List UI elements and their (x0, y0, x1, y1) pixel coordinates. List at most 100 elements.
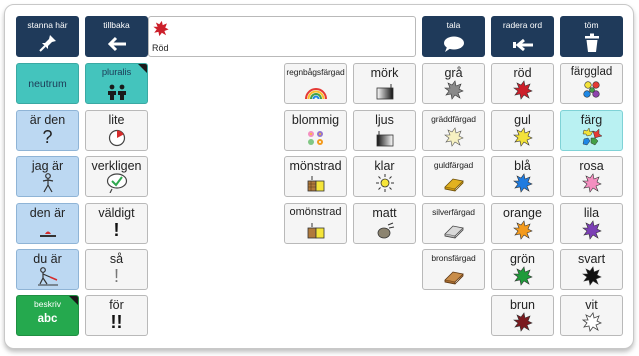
neutrum-label: neutrum (28, 78, 67, 90)
matte-ball-icon (354, 220, 415, 240)
farg-button[interactable]: färg (560, 110, 623, 151)
rod-button[interactable]: röd (491, 63, 554, 104)
ar-den-button[interactable]: är den ? (16, 110, 79, 151)
sa-button[interactable]: så ! (85, 249, 148, 290)
brown-splash-icon (492, 312, 553, 332)
folder-corner-marker (69, 296, 78, 305)
gron-button[interactable]: grön (491, 249, 554, 290)
rosa-button[interactable]: rosa (560, 156, 623, 197)
klar-label: klar (374, 159, 395, 173)
stop-here-button[interactable]: stanna här (16, 16, 79, 57)
purple-splash-shape (581, 220, 602, 240)
svart-button[interactable]: svart (560, 249, 623, 290)
silver-bar-shape (443, 225, 464, 237)
bronsfargad-label: bronsfärgad (431, 253, 476, 263)
gron-label: grön (509, 252, 536, 266)
ar-den-label: är den (29, 113, 66, 127)
monstrad-label: mönstrad (289, 159, 342, 173)
orange-splash-shape (512, 220, 533, 240)
blommig-button[interactable]: blommig (284, 110, 347, 151)
for-label: för (109, 298, 124, 312)
guldfargad-label: guldfärgad (433, 160, 474, 170)
du-ar-button[interactable]: du är (16, 249, 79, 290)
double-exclamation-icon: !! (110, 312, 123, 332)
dark-gradient-icon (354, 80, 415, 100)
klar-button[interactable]: klar (353, 156, 416, 197)
valdigt-button[interactable]: väldigt ! (85, 203, 148, 244)
lila-button[interactable]: lila (560, 203, 623, 244)
for-button[interactable]: för !! (85, 295, 148, 336)
flowers-icon (285, 127, 346, 147)
red-splash-icon (492, 80, 553, 100)
pluralis-button[interactable]: pluralis (85, 63, 148, 104)
mork-button[interactable]: mörk (353, 63, 416, 104)
speech-bubble-icon (423, 33, 484, 53)
question-mark-icon: ? (42, 127, 53, 147)
farg-label: färg (580, 113, 603, 127)
checkmark-bubble-icon (86, 173, 147, 193)
guldfargad-button[interactable]: guldfärgad (422, 156, 485, 197)
back-button[interactable]: tillbaka (85, 16, 148, 57)
message-bar[interactable]: Röd (148, 16, 416, 57)
brun-label: brun (509, 298, 536, 312)
speak-button[interactable]: tala (422, 16, 485, 57)
object-on-surface-icon (17, 220, 78, 240)
bla-button[interactable]: blå (491, 156, 554, 197)
neutrum-button[interactable]: neutrum (16, 63, 79, 104)
silverfargad-button[interactable]: silverfärgad (422, 203, 485, 244)
fargglad-button[interactable]: färgglad (560, 63, 623, 104)
aac-board: stanna här tillbaka Röd tala radera ord … (4, 4, 634, 349)
verkligen-button[interactable]: verkligen (85, 156, 148, 197)
color-splashes-icon (561, 127, 622, 147)
regnbagsfargad-label: regnbågsfärgad (286, 67, 345, 77)
gul-button[interactable]: gul (491, 110, 554, 151)
mork-label: mörk (370, 66, 399, 80)
backspace-icon (492, 33, 553, 53)
gray-splash-icon (423, 80, 484, 100)
vit-label: vit (585, 298, 598, 312)
delete-word-button[interactable]: radera ord (491, 16, 554, 57)
gra-label: grå (444, 66, 463, 80)
bronsfargad-button[interactable]: bronsfärgad (422, 249, 485, 290)
den-ar-button[interactable]: den är (16, 203, 79, 244)
brown-splash-shape (512, 312, 533, 332)
lite-button[interactable]: lite (85, 110, 148, 151)
blommig-label: blommig (291, 113, 340, 127)
lite-label: lite (108, 113, 125, 127)
jag-ar-button[interactable]: jag är (16, 156, 79, 197)
du-ar-label: du är (33, 252, 62, 266)
beskriv-button[interactable]: beskriv abc (16, 295, 79, 336)
clear-label: töm (584, 20, 599, 30)
message-text: Röd (152, 43, 169, 53)
gra-button[interactable]: grå (422, 63, 485, 104)
fargglad-label: färgglad (570, 66, 613, 78)
matt-label: matt (372, 206, 397, 220)
omonstrad-label: omönstrad (289, 206, 342, 218)
abc-symbol: abc (37, 313, 58, 325)
brun-button[interactable]: brun (491, 295, 554, 336)
clear-button[interactable]: töm (560, 16, 623, 57)
monstrad-button[interactable]: mönstrad (284, 156, 347, 197)
green-splash-icon (492, 266, 553, 286)
omonstrad-button[interactable]: omönstrad (284, 203, 347, 244)
rod-label: röd (513, 66, 532, 80)
bright-light-icon (354, 173, 415, 193)
graddfargad-button[interactable]: gräddfärgad (422, 110, 485, 151)
verkligen-label: verkligen (91, 159, 142, 173)
ljus-button[interactable]: ljus (353, 110, 416, 151)
back-label: tillbaka (103, 20, 130, 30)
gold-bar-shape (443, 178, 464, 190)
silverfargad-label: silverfärgad (432, 207, 475, 217)
vit-button[interactable]: vit (560, 295, 623, 336)
orange-button[interactable]: orange (491, 203, 554, 244)
small-pie-icon (86, 127, 147, 147)
matt-button[interactable]: matt (353, 203, 416, 244)
arrow-left-icon (86, 33, 147, 53)
black-splash-shape (581, 266, 602, 286)
plain-blocks-icon (285, 220, 346, 240)
bla-label: blå (514, 159, 531, 173)
sa-label: så (109, 252, 124, 266)
regnbagsfargad-button[interactable]: regnbågsfärgad (284, 63, 347, 104)
gul-label: gul (514, 113, 531, 127)
patterned-blocks-icon (285, 173, 346, 193)
